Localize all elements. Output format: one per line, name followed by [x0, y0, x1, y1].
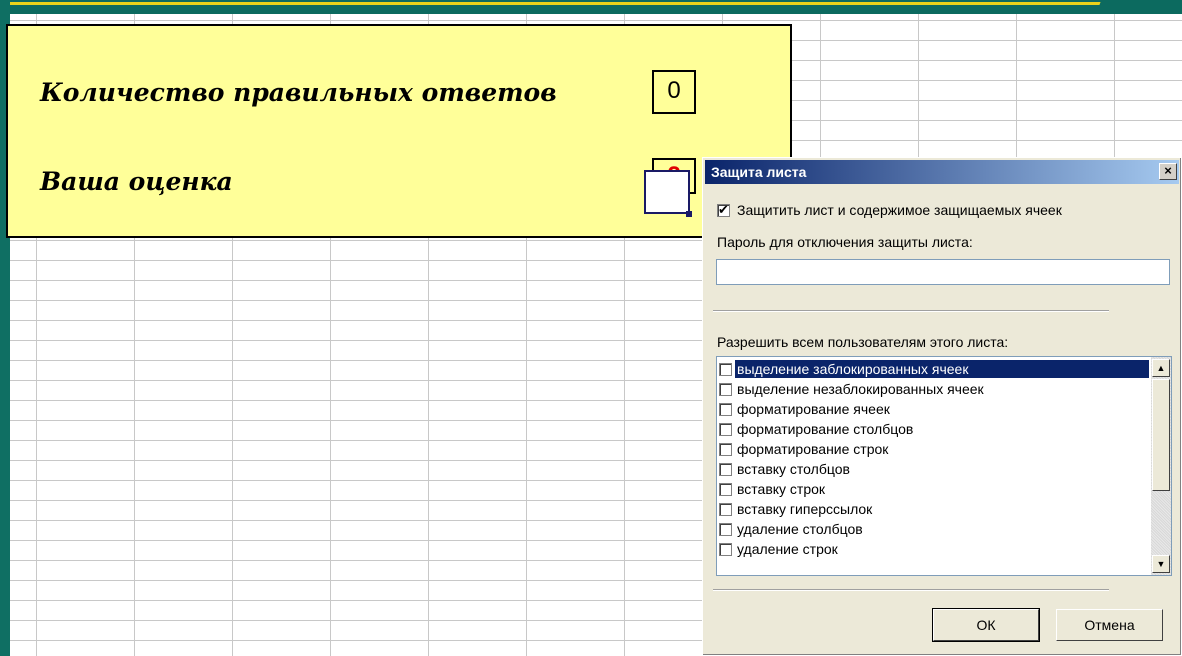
permissions-scrollbar[interactable]: ▲ ▼ [1151, 357, 1171, 575]
permission-label: вставку столбцов [737, 461, 850, 477]
scroll-up-icon[interactable]: ▲ [1152, 359, 1170, 377]
permission-item[interactable]: вставку гиперссылок [717, 499, 1149, 519]
selected-cell[interactable] [644, 170, 690, 214]
password-input[interactable] [716, 259, 1170, 285]
permission-checkbox[interactable] [719, 422, 732, 436]
permission-label: удаление строк [737, 541, 838, 557]
ok-button[interactable]: ОК [933, 609, 1039, 641]
separator-bottom [713, 589, 1109, 591]
permission-item[interactable]: форматирование столбцов [717, 419, 1149, 439]
permission-label: удаление столбцов [737, 521, 863, 537]
protect-sheet-checkbox[interactable] [717, 202, 730, 218]
dialog-title: Защита листа [711, 164, 807, 180]
scroll-down-icon[interactable]: ▼ [1152, 555, 1170, 573]
permissions-listbox[interactable]: выделение заблокированных ячеек выделение… [716, 356, 1172, 576]
permission-item[interactable]: форматирование строк [717, 439, 1149, 459]
top-banner-strip [0, 0, 1182, 14]
decorative-yellow-line [0, 2, 1101, 5]
grade-label: Ваша оценка [40, 167, 233, 196]
allow-users-label: Разрешить всем пользователям этого листа… [717, 334, 1009, 350]
permission-label: вставку строк [737, 481, 826, 497]
dialog-titlebar[interactable]: Защита листа × [705, 160, 1179, 184]
cancel-button[interactable]: Отмена [1056, 609, 1163, 641]
correct-answers-value[interactable]: 0 [652, 70, 696, 114]
permission-checkbox[interactable] [719, 522, 732, 536]
protect-sheet-dialog: Защита листа × Защитить лист и содержимо… [702, 157, 1182, 656]
permission-item[interactable]: выделение заблокированных ячеек [717, 359, 1149, 379]
permission-item[interactable]: вставку строк [717, 479, 1149, 499]
permission-label: вставку гиперссылок [737, 501, 873, 517]
permission-label: выделение заблокированных ячеек [735, 360, 1149, 378]
permission-label: форматирование строк [737, 441, 889, 457]
permission-checkbox[interactable] [719, 382, 732, 396]
separator-top [713, 310, 1109, 312]
protect-sheet-checkbox-row[interactable]: Защитить лист и содержимое защищаемых яч… [717, 202, 1062, 218]
permission-checkbox[interactable] [719, 362, 732, 376]
password-label: Пароль для отключения защиты листа: [717, 234, 973, 250]
permission-checkbox[interactable] [719, 542, 732, 556]
permission-checkbox[interactable] [719, 502, 732, 516]
protect-sheet-label: Защитить лист и содержимое защищаемых яч… [737, 202, 1062, 218]
permission-item[interactable]: вставку столбцов [717, 459, 1149, 479]
correct-answers-label: Количество правильных ответов [40, 78, 557, 107]
permission-item[interactable]: выделение незаблокированных ячеек [717, 379, 1149, 399]
permissions-list: выделение заблокированных ячеек выделение… [717, 359, 1149, 559]
fill-handle[interactable] [686, 211, 692, 217]
close-icon[interactable]: × [1159, 163, 1177, 180]
scroll-thumb[interactable] [1152, 379, 1170, 491]
permission-checkbox[interactable] [719, 482, 732, 496]
permission-label: выделение незаблокированных ячеек [737, 381, 984, 397]
permission-item[interactable]: форматирование ячеек [717, 399, 1149, 419]
permission-checkbox[interactable] [719, 402, 732, 416]
permission-item[interactable]: удаление столбцов [717, 519, 1149, 539]
permission-label: форматирование ячеек [737, 401, 890, 417]
permission-checkbox[interactable] [719, 462, 732, 476]
permission-checkbox[interactable] [719, 442, 732, 456]
permission-label: форматирование столбцов [737, 421, 914, 437]
permission-item[interactable]: удаление строк [717, 539, 1149, 559]
